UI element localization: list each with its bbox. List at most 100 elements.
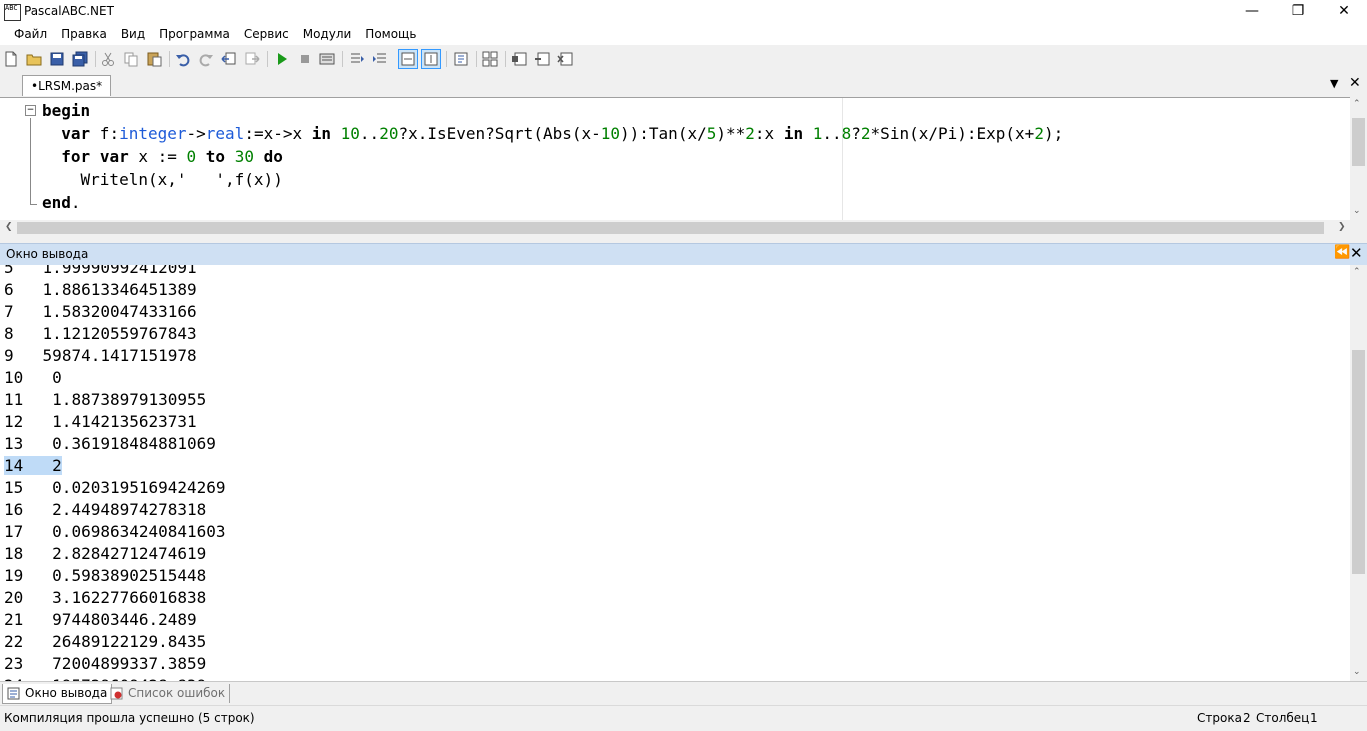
menu-program[interactable]: Программа bbox=[152, 24, 237, 45]
save-icon[interactable] bbox=[48, 50, 66, 68]
output-line: 13 0.361918484881069 bbox=[4, 433, 216, 455]
compile-icon[interactable] bbox=[318, 50, 336, 68]
undo-icon[interactable] bbox=[174, 50, 192, 68]
minimize-button[interactable]: — bbox=[1229, 0, 1275, 24]
code-token: :=x->x bbox=[244, 124, 312, 143]
copy-icon[interactable] bbox=[122, 50, 140, 68]
output-text: 19 0.59838902515448 bbox=[4, 566, 206, 585]
output-value: 1.88738979130955 bbox=[52, 390, 207, 409]
output-text: 6 1.88613346451389 bbox=[4, 280, 197, 299]
pin-icon[interactable]: ⏪ bbox=[1334, 245, 1350, 260]
code-token: 10 bbox=[340, 124, 360, 143]
collapse-block-icon[interactable]: − bbox=[25, 105, 36, 116]
toggle-view-1-icon[interactable] bbox=[398, 49, 418, 69]
close-icon: ✕ bbox=[1338, 3, 1350, 19]
code-token: )** bbox=[716, 124, 746, 143]
code-editor[interactable]: − begin var f:integer->real:=x->x in 10.… bbox=[0, 97, 1350, 221]
menu-help[interactable]: Помощь bbox=[358, 24, 423, 45]
scroll-down-arrow-icon[interactable]: ⌄ bbox=[1353, 206, 1361, 216]
output-value: 1.12120559767843 bbox=[42, 324, 197, 343]
maximize-button[interactable]: ❐ bbox=[1275, 0, 1321, 24]
toggle-view-2-icon[interactable] bbox=[421, 49, 441, 69]
form-designer-icon[interactable] bbox=[481, 50, 499, 68]
output-index: 13 bbox=[4, 434, 24, 453]
save-all-icon[interactable] bbox=[71, 50, 89, 68]
output-index: 22 bbox=[4, 632, 24, 651]
paste-icon[interactable] bbox=[145, 50, 163, 68]
tab-output-window[interactable]: Окно вывода bbox=[2, 684, 113, 704]
code-token: :Tan(x/ bbox=[639, 124, 707, 143]
output-value: 1.4142135623731 bbox=[52, 412, 197, 431]
code-token: ? bbox=[851, 124, 861, 143]
output-vertical-scroll-thumb[interactable] bbox=[1352, 350, 1365, 574]
menu-file[interactable]: Файл bbox=[7, 24, 54, 45]
stop-icon[interactable] bbox=[296, 50, 314, 68]
error-list-icon bbox=[110, 687, 123, 700]
status-row-value: 2 bbox=[1243, 711, 1251, 725]
step-into-icon[interactable] bbox=[371, 50, 389, 68]
output-value: 1.58320047433166 bbox=[42, 302, 197, 321]
output-index: 19 bbox=[4, 566, 24, 585]
new-file-icon[interactable] bbox=[2, 50, 20, 68]
status-bar: Компиляция прошла успешно (5 строк) Стро… bbox=[0, 705, 1367, 731]
code-token: 2 bbox=[1034, 124, 1044, 143]
run-icon[interactable] bbox=[273, 50, 291, 68]
output-close-icon[interactable]: ✕ bbox=[1350, 244, 1363, 262]
code-token: .. bbox=[359, 124, 380, 143]
output-line: 9 59874.1417151978 bbox=[4, 345, 197, 367]
status-col-label: Столбец bbox=[1256, 711, 1310, 725]
output-value: 9744803446.2489 bbox=[52, 610, 197, 629]
navigate-forward-icon[interactable] bbox=[243, 50, 261, 68]
format-icon[interactable] bbox=[452, 50, 470, 68]
redo-icon[interactable] bbox=[197, 50, 215, 68]
output-window[interactable]: 5 1.99990992412091 6 1.88613346451389 7 1.… bbox=[0, 265, 1350, 681]
output-text: 12 1.4142135623731 bbox=[4, 412, 197, 431]
step-over-icon[interactable] bbox=[348, 50, 366, 68]
tab-lrsm-pas[interactable]: •LRSM.pas* bbox=[22, 75, 112, 96]
code-line: end. bbox=[42, 191, 81, 214]
output-line: 20 3.16227766016838 bbox=[4, 587, 206, 609]
output-line: 17 0.0698634240841603 bbox=[4, 521, 226, 543]
scroll-up-arrow-icon[interactable]: ⌃ bbox=[1353, 99, 1361, 109]
cut-icon[interactable] bbox=[99, 50, 117, 68]
output-scroll-down-arrow-icon[interactable]: ⌄ bbox=[1353, 667, 1361, 677]
tab-close-icon[interactable]: ✕ bbox=[1349, 75, 1361, 91]
toolbar-separator bbox=[267, 51, 268, 67]
debug-3-icon[interactable] bbox=[556, 50, 574, 68]
output-text: 11 1.88738979130955 bbox=[4, 390, 206, 409]
navigate-back-icon[interactable] bbox=[220, 50, 238, 68]
menu-edit[interactable]: Правка bbox=[54, 24, 114, 45]
tab-error-list[interactable]: Список ошибок bbox=[106, 684, 231, 703]
tab-list-dropdown-icon[interactable]: ▼ bbox=[1330, 77, 1338, 90]
output-text: 17 0.0698634240841603 bbox=[4, 522, 226, 541]
output-line: 21 9744803446.2489 bbox=[4, 609, 197, 631]
output-scroll-up-arrow-icon[interactable]: ⌃ bbox=[1353, 267, 1361, 277]
close-window-button[interactable]: ✕ bbox=[1321, 0, 1367, 24]
menu-view[interactable]: Вид bbox=[114, 24, 152, 45]
open-folder-icon[interactable] bbox=[25, 50, 43, 68]
scroll-right-arrow-icon[interactable]: ❯ bbox=[1338, 222, 1346, 232]
output-value: 0.0203195169424269 bbox=[52, 478, 226, 497]
scroll-left-arrow-icon[interactable]: ❮ bbox=[5, 222, 13, 232]
fold-guide-end bbox=[30, 204, 37, 205]
output-index: 6 bbox=[4, 280, 14, 299]
toolbar-separator bbox=[95, 51, 96, 67]
output-index: 7 bbox=[4, 302, 14, 321]
code-token: 2 bbox=[745, 124, 755, 143]
menu-modules[interactable]: Модули bbox=[296, 24, 359, 45]
app-logo-icon: ABC bbox=[4, 4, 21, 21]
output-text: 13 0.361918484881069 bbox=[4, 434, 216, 453]
code-token: .. bbox=[822, 124, 842, 143]
toolbar-separator bbox=[476, 51, 477, 67]
output-text: 9 59874.1417151978 bbox=[4, 346, 197, 365]
debug-2-icon[interactable] bbox=[533, 50, 551, 68]
debug-1-icon[interactable] bbox=[510, 50, 528, 68]
menu-service[interactable]: Сервис bbox=[237, 24, 296, 45]
editor-vertical-scroll-thumb[interactable] bbox=[1352, 118, 1365, 166]
code-token: *Sin(x/Pi):Exp(x+ bbox=[870, 124, 1035, 143]
output-index: 17 bbox=[4, 522, 24, 541]
editor-horizontal-scroll-thumb[interactable] bbox=[17, 222, 1324, 234]
